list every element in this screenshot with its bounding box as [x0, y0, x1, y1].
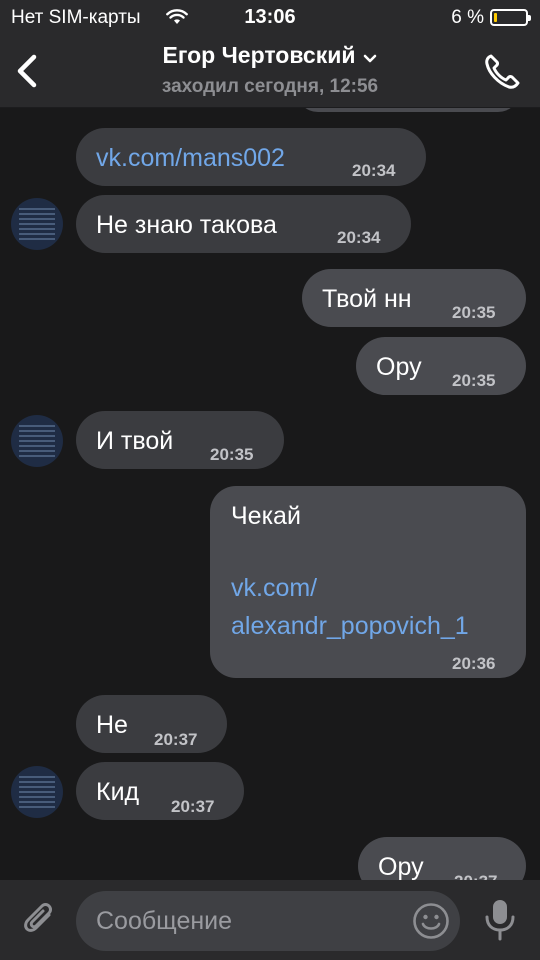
- message-time: 20:36: [452, 654, 496, 673]
- message-text: Ору: [378, 853, 424, 880]
- avatar[interactable]: [11, 198, 63, 250]
- message-time: 20:35: [452, 303, 496, 322]
- message-time: 20:37: [154, 730, 198, 749]
- message-bubble-outgoing[interactable]: Ору 20:37: [358, 837, 526, 880]
- message-list[interactable]: vk.com/mans002 20:34 Не знаю такова 20:3…: [0, 108, 540, 880]
- message-bubble-outgoing[interactable]: Твой нн 20:35: [302, 269, 526, 327]
- message-text: И твой: [96, 427, 174, 455]
- battery-icon: [490, 9, 531, 26]
- message-time: 20:35: [210, 445, 254, 464]
- message-bubble-incoming[interactable]: Кид 20:37: [76, 762, 244, 820]
- message-link[interactable]: vk.com/: [231, 572, 317, 604]
- message-bubble[interactable]: [296, 108, 520, 112]
- phone-icon[interactable]: [482, 52, 522, 92]
- message-text: Не: [96, 711, 128, 739]
- contact-name: Егор Чертовский: [162, 42, 356, 68]
- message-input[interactable]: [96, 903, 396, 939]
- chevron-down-icon: [364, 54, 377, 63]
- message-text: Чекай: [231, 502, 301, 530]
- smiley-icon[interactable]: [412, 902, 450, 940]
- last-seen: заходил сегодня, 12:56: [161, 76, 379, 97]
- message-link[interactable]: alexandr_popovich_1: [231, 610, 469, 642]
- message-bubble-incoming[interactable]: vk.com/mans002 20:34: [76, 128, 426, 186]
- message-bubble-incoming[interactable]: Не 20:37: [76, 695, 227, 753]
- message-text: Не знаю такова: [96, 211, 277, 239]
- message-bubble-outgoing[interactable]: Ору 20:35: [356, 337, 526, 395]
- chat-header: Егор Чертовский заходил сегодня, 12:56: [0, 36, 540, 108]
- message-bubble-incoming[interactable]: Не знаю такова 20:34: [76, 195, 411, 253]
- message-time: 20:34: [337, 228, 381, 247]
- message-link[interactable]: vk.com/mans002: [96, 142, 285, 174]
- microphone-icon[interactable]: [482, 898, 518, 942]
- paperclip-icon[interactable]: [22, 900, 58, 940]
- battery-level: [494, 13, 497, 22]
- message-text: Ору: [376, 353, 422, 381]
- message-field[interactable]: [76, 891, 460, 951]
- battery-percent: 6 %: [451, 7, 484, 28]
- message-bubble-outgoing[interactable]: Чекай vk.com/ alexandr_popovich_1 20:36: [210, 486, 526, 678]
- message-time: 20:34: [352, 161, 396, 180]
- status-bar: Нет SIM-карты 13:06 6 %: [0, 0, 540, 36]
- message-time: 20:35: [452, 371, 496, 390]
- message-text: Кид: [96, 778, 140, 806]
- message-time: 20:37: [171, 797, 215, 816]
- message-time: 20:37: [454, 866, 497, 880]
- message-bubble-incoming[interactable]: И твой 20:35: [76, 411, 284, 469]
- avatar[interactable]: [11, 766, 63, 818]
- contact-title[interactable]: Егор Чертовский: [0, 42, 540, 69]
- avatar[interactable]: [11, 415, 63, 467]
- message-composer: [0, 880, 540, 960]
- message-text: Твой нн: [322, 285, 412, 313]
